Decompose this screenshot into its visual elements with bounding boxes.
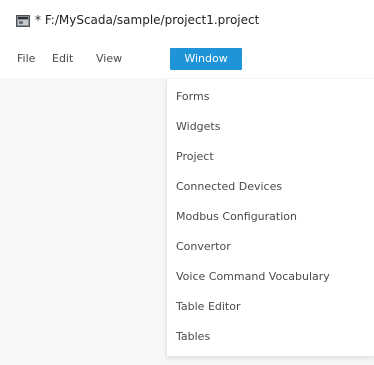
window-menu-item-modbus-configuration[interactable]: Modbus Configuration [176, 205, 297, 229]
window-title: * F:/MyScada/sample/project1.project [35, 13, 260, 27]
window-menu-item-widgets[interactable]: Widgets [176, 115, 220, 139]
window-menu-item-project[interactable]: Project [176, 145, 214, 169]
menu-window[interactable]: Window [170, 48, 242, 70]
window-menu-item-connected-devices[interactable]: Connected Devices [176, 175, 282, 199]
menu-edit[interactable]: Edit [52, 48, 73, 70]
app-window-icon [16, 15, 30, 27]
title-bar: * F:/MyScada/sample/project1.project [0, 0, 374, 38]
window-menu-item-convertor[interactable]: Convertor [176, 235, 231, 259]
menu-bar: File Edit View Window [0, 38, 374, 78]
window-menu-item-tables[interactable]: Tables [176, 325, 210, 349]
window-menu-item-table-editor[interactable]: Table Editor [176, 295, 241, 319]
window-menu-item-forms[interactable]: Forms [176, 85, 209, 109]
menu-view[interactable]: View [96, 48, 122, 70]
window-menu-item-voice-command-vocabulary[interactable]: Voice Command Vocabulary [176, 265, 330, 289]
window-menu-dropdown: Forms Widgets Project Connected Devices … [166, 79, 374, 357]
menu-file[interactable]: File [17, 48, 35, 70]
